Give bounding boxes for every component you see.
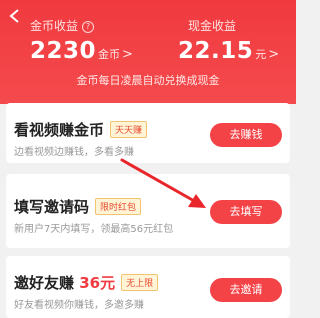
chevron-right-icon: > (122, 47, 133, 62)
earnings-header: 金币收益? 现金收益 2230 金币 > 22.15 元 > 金币每日凌晨自动兑换成现金 (0, 0, 296, 104)
reward-amount: 36元 (79, 274, 116, 292)
task-title: 填写邀请码 限时红包 (14, 196, 142, 217)
task-card-invite-friends: 邀好友赚 36元 无上限 好友看视频你赚钱，多邀多赚 去邀请 (6, 256, 290, 318)
task-card-invite-code: 填写邀请码 限时红包 新用户7天内填写，领最高56元红包 去填写 (6, 174, 290, 248)
gold-amount: 2230 (30, 38, 97, 64)
gold-unit: 金币 (98, 48, 121, 61)
cash-unit: 元 (255, 48, 267, 61)
chevron-left-icon[interactable] (8, 9, 22, 23)
task-badge: 天天赚 (110, 121, 148, 138)
fill-in-button[interactable]: 去填写 (210, 200, 282, 224)
task-badge: 无上限 (121, 274, 159, 291)
chevron-right-icon: > (268, 47, 280, 62)
question-circle-icon[interactable]: ? (82, 21, 95, 33)
task-subtitle: 好友看视频你赚钱，多邀多赚 (14, 300, 144, 311)
earn-money-button[interactable]: 去赚钱 (210, 123, 282, 147)
gold-amount-row[interactable]: 2230 金币 > (30, 38, 133, 64)
cash-amount-row[interactable]: 22.15 元 > (178, 38, 279, 64)
exchange-notice: 金币每日凌晨自动兑换成现金 (76, 74, 220, 87)
cash-amount: 22.15 (178, 38, 254, 64)
task-title: 邀好友赚 36元 无上限 (14, 272, 159, 293)
gold-income-label: 金币收益? (30, 17, 95, 34)
task-card-watch-video: 看视频赚金币 天天赚 边看视频边赚钱，多看多赚 去赚钱 (6, 103, 290, 163)
task-subtitle: 新用户7天内填写，领最高56元红包 (14, 224, 174, 235)
task-badge: 限时红包 (95, 198, 142, 215)
invite-button[interactable]: 去邀请 (210, 278, 282, 302)
cash-income-label: 现金收益 (188, 19, 237, 33)
task-title: 看视频赚金币 天天赚 (14, 119, 148, 140)
task-subtitle: 边看视频边赚钱，多看多赚 (14, 147, 134, 158)
